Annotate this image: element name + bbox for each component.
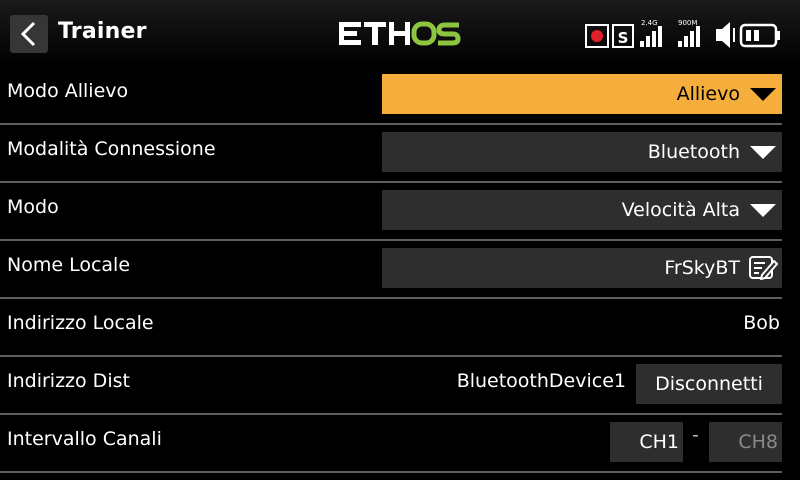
page-title: Trainer: [58, 19, 147, 44]
chevron-left-icon: [20, 21, 36, 47]
mode-value: Velocità Alta: [621, 199, 740, 221]
channel-range-label: Intervallo Canali: [7, 428, 162, 450]
connection-mode-dropdown[interactable]: Bluetooth: [382, 132, 782, 172]
local-name-label: Nome Locale: [7, 254, 131, 276]
dropdown-arrow-icon: [750, 204, 776, 217]
student-mode-dropdown[interactable]: Allievo: [382, 74, 782, 114]
edit-icon: [749, 256, 778, 280]
connection-mode-label: Modalità Connessione: [7, 138, 216, 160]
status-icons: S 2.4G 900M: [585, 19, 780, 48]
rssi-2g4-icon: 2.4G: [640, 19, 662, 47]
disconnect-button[interactable]: Disconnetti: [636, 364, 782, 404]
rssi-900m-icon: 900M: [678, 19, 700, 47]
channel-start-field[interactable]: CH1: [610, 422, 683, 462]
sim-icon: S: [612, 24, 634, 48]
row-local-name: Nome Locale FrSkyBT: [0, 240, 782, 299]
mode-label: Modo: [7, 196, 59, 218]
row-local-address: Indirizzo Locale Bob: [0, 298, 782, 357]
local-address-label: Indirizzo Locale: [7, 312, 154, 334]
dropdown-arrow-icon: [750, 88, 776, 101]
top-bar: Trainer S 2.4G 900M: [0, 0, 800, 66]
battery-icon: [739, 23, 780, 48]
local-name-value: FrSkyBT: [664, 257, 740, 279]
dropdown-arrow-icon: [750, 146, 776, 159]
back-button[interactable]: [10, 15, 48, 53]
row-mode: Modo Velocità Alta: [0, 182, 782, 241]
svg-text:900M: 900M: [678, 19, 697, 27]
svg-text:2.4G: 2.4G: [641, 19, 658, 27]
student-mode-value: Allievo: [676, 83, 740, 105]
row-student-mode: Modo Allievo Allievo: [0, 66, 782, 125]
local-address-value: Bob: [743, 312, 780, 334]
range-separator: -: [692, 424, 699, 446]
row-remote-address: Indirizzo Dist BluetoothDevice1 Disconne…: [0, 356, 782, 415]
remote-address-label: Indirizzo Dist: [7, 370, 130, 392]
connection-mode-value: Bluetooth: [647, 141, 740, 163]
volume-icon: [716, 22, 735, 48]
student-mode-label: Modo Allievo: [7, 80, 129, 102]
channel-end-field[interactable]: CH8: [709, 422, 782, 462]
remote-address-value: BluetoothDevice1: [456, 370, 626, 392]
ethos-logo: [339, 21, 461, 46]
row-connection-mode: Modalità Connessione Bluetooth: [0, 124, 782, 183]
local-name-field[interactable]: FrSkyBT: [382, 248, 782, 288]
record-icon: [585, 24, 609, 48]
svg-text:S: S: [618, 29, 629, 47]
row-channel-range: Intervallo Canali CH1 - CH8: [0, 414, 782, 473]
mode-dropdown[interactable]: Velocità Alta: [382, 190, 782, 230]
